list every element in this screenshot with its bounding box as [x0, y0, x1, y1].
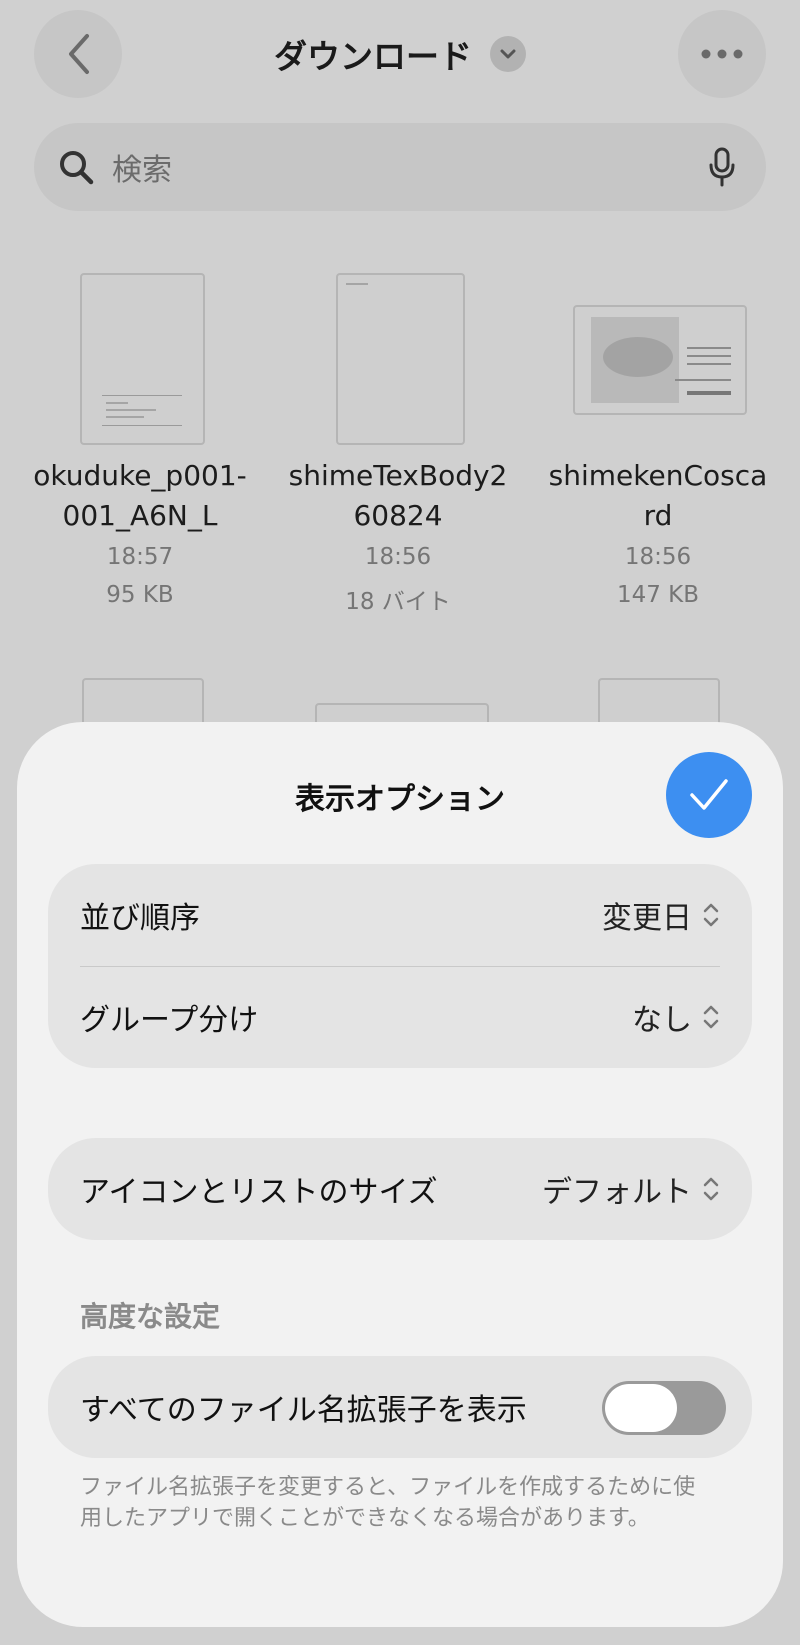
checkmark-icon: [690, 779, 728, 810]
file-name: okuduke_p001-: [33, 459, 247, 492]
file-name: shimeTexBody2: [288, 459, 508, 492]
file-size: 18 バイト: [345, 589, 451, 615]
sort-order-label: 並び順序: [80, 901, 200, 936]
search-input[interactable]: 検索: [112, 145, 708, 189]
file-size: 147 KB: [616, 582, 700, 608]
toggle-knob: [605, 1384, 677, 1432]
file-time: 18:56: [364, 544, 432, 570]
chevron-up-down-icon: [703, 1005, 719, 1029]
file-time: 18:57: [106, 544, 174, 570]
size-group-settings: アイコンとリストのサイズ デフォルト: [48, 1138, 752, 1240]
file-name: shimekenCosca: [548, 459, 768, 492]
view-options-sheet: 表示オプション 並び順序 変更日 グループ分け なし アイコンとリストのサイズ …: [17, 722, 783, 1627]
show-extensions-label: すべてのファイル名拡張子を表示: [80, 1393, 527, 1428]
chevron-down-icon: [490, 36, 526, 72]
file-name: 001_A6N_L: [62, 499, 218, 532]
file-thumbnail: [573, 305, 747, 415]
done-button[interactable]: [666, 752, 752, 838]
search-bar[interactable]: 検索: [34, 123, 766, 211]
grouping-value: なし: [632, 1003, 692, 1038]
more-button[interactable]: [678, 10, 766, 98]
file-name: 60824: [353, 499, 443, 532]
microphone-icon[interactable]: [708, 147, 736, 187]
chevron-up-down-icon: [703, 1177, 719, 1201]
chevron-up-down-icon: [703, 903, 719, 927]
sort-order-value: 変更日: [602, 901, 692, 936]
file-thumbnail: [80, 273, 205, 445]
file-name: rd: [643, 499, 673, 532]
sort-group-settings: 並び順序 変更日 グループ分け なし: [48, 864, 752, 1068]
search-icon: [60, 151, 94, 185]
grouping-row[interactable]: グループ分け なし: [48, 966, 752, 1068]
advanced-group-settings: すべてのファイル名拡張子を表示: [48, 1356, 752, 1458]
grouping-label: グループ分け: [80, 1003, 259, 1038]
advanced-heading: 高度な設定: [80, 1300, 221, 1333]
icon-list-size-label: アイコンとリストのサイズ: [80, 1175, 438, 1210]
icon-list-size-row[interactable]: アイコンとリストのサイズ デフォルト: [48, 1138, 752, 1240]
file-time: 18:56: [624, 544, 692, 570]
ellipsis-icon: [701, 49, 743, 59]
file-size: 95 KB: [106, 582, 174, 608]
page-title: ダウンロード: [274, 37, 472, 76]
footnote: ファイル名拡張子を変更すると、ファイルを作成するために使用したアプリで開くことが…: [80, 1475, 696, 1531]
sort-order-row[interactable]: 並び順序 変更日: [48, 864, 752, 966]
file-thumbnail: [336, 273, 465, 445]
show-extensions-toggle[interactable]: [602, 1381, 726, 1435]
icon-list-size-value: デフォルト: [542, 1175, 692, 1210]
